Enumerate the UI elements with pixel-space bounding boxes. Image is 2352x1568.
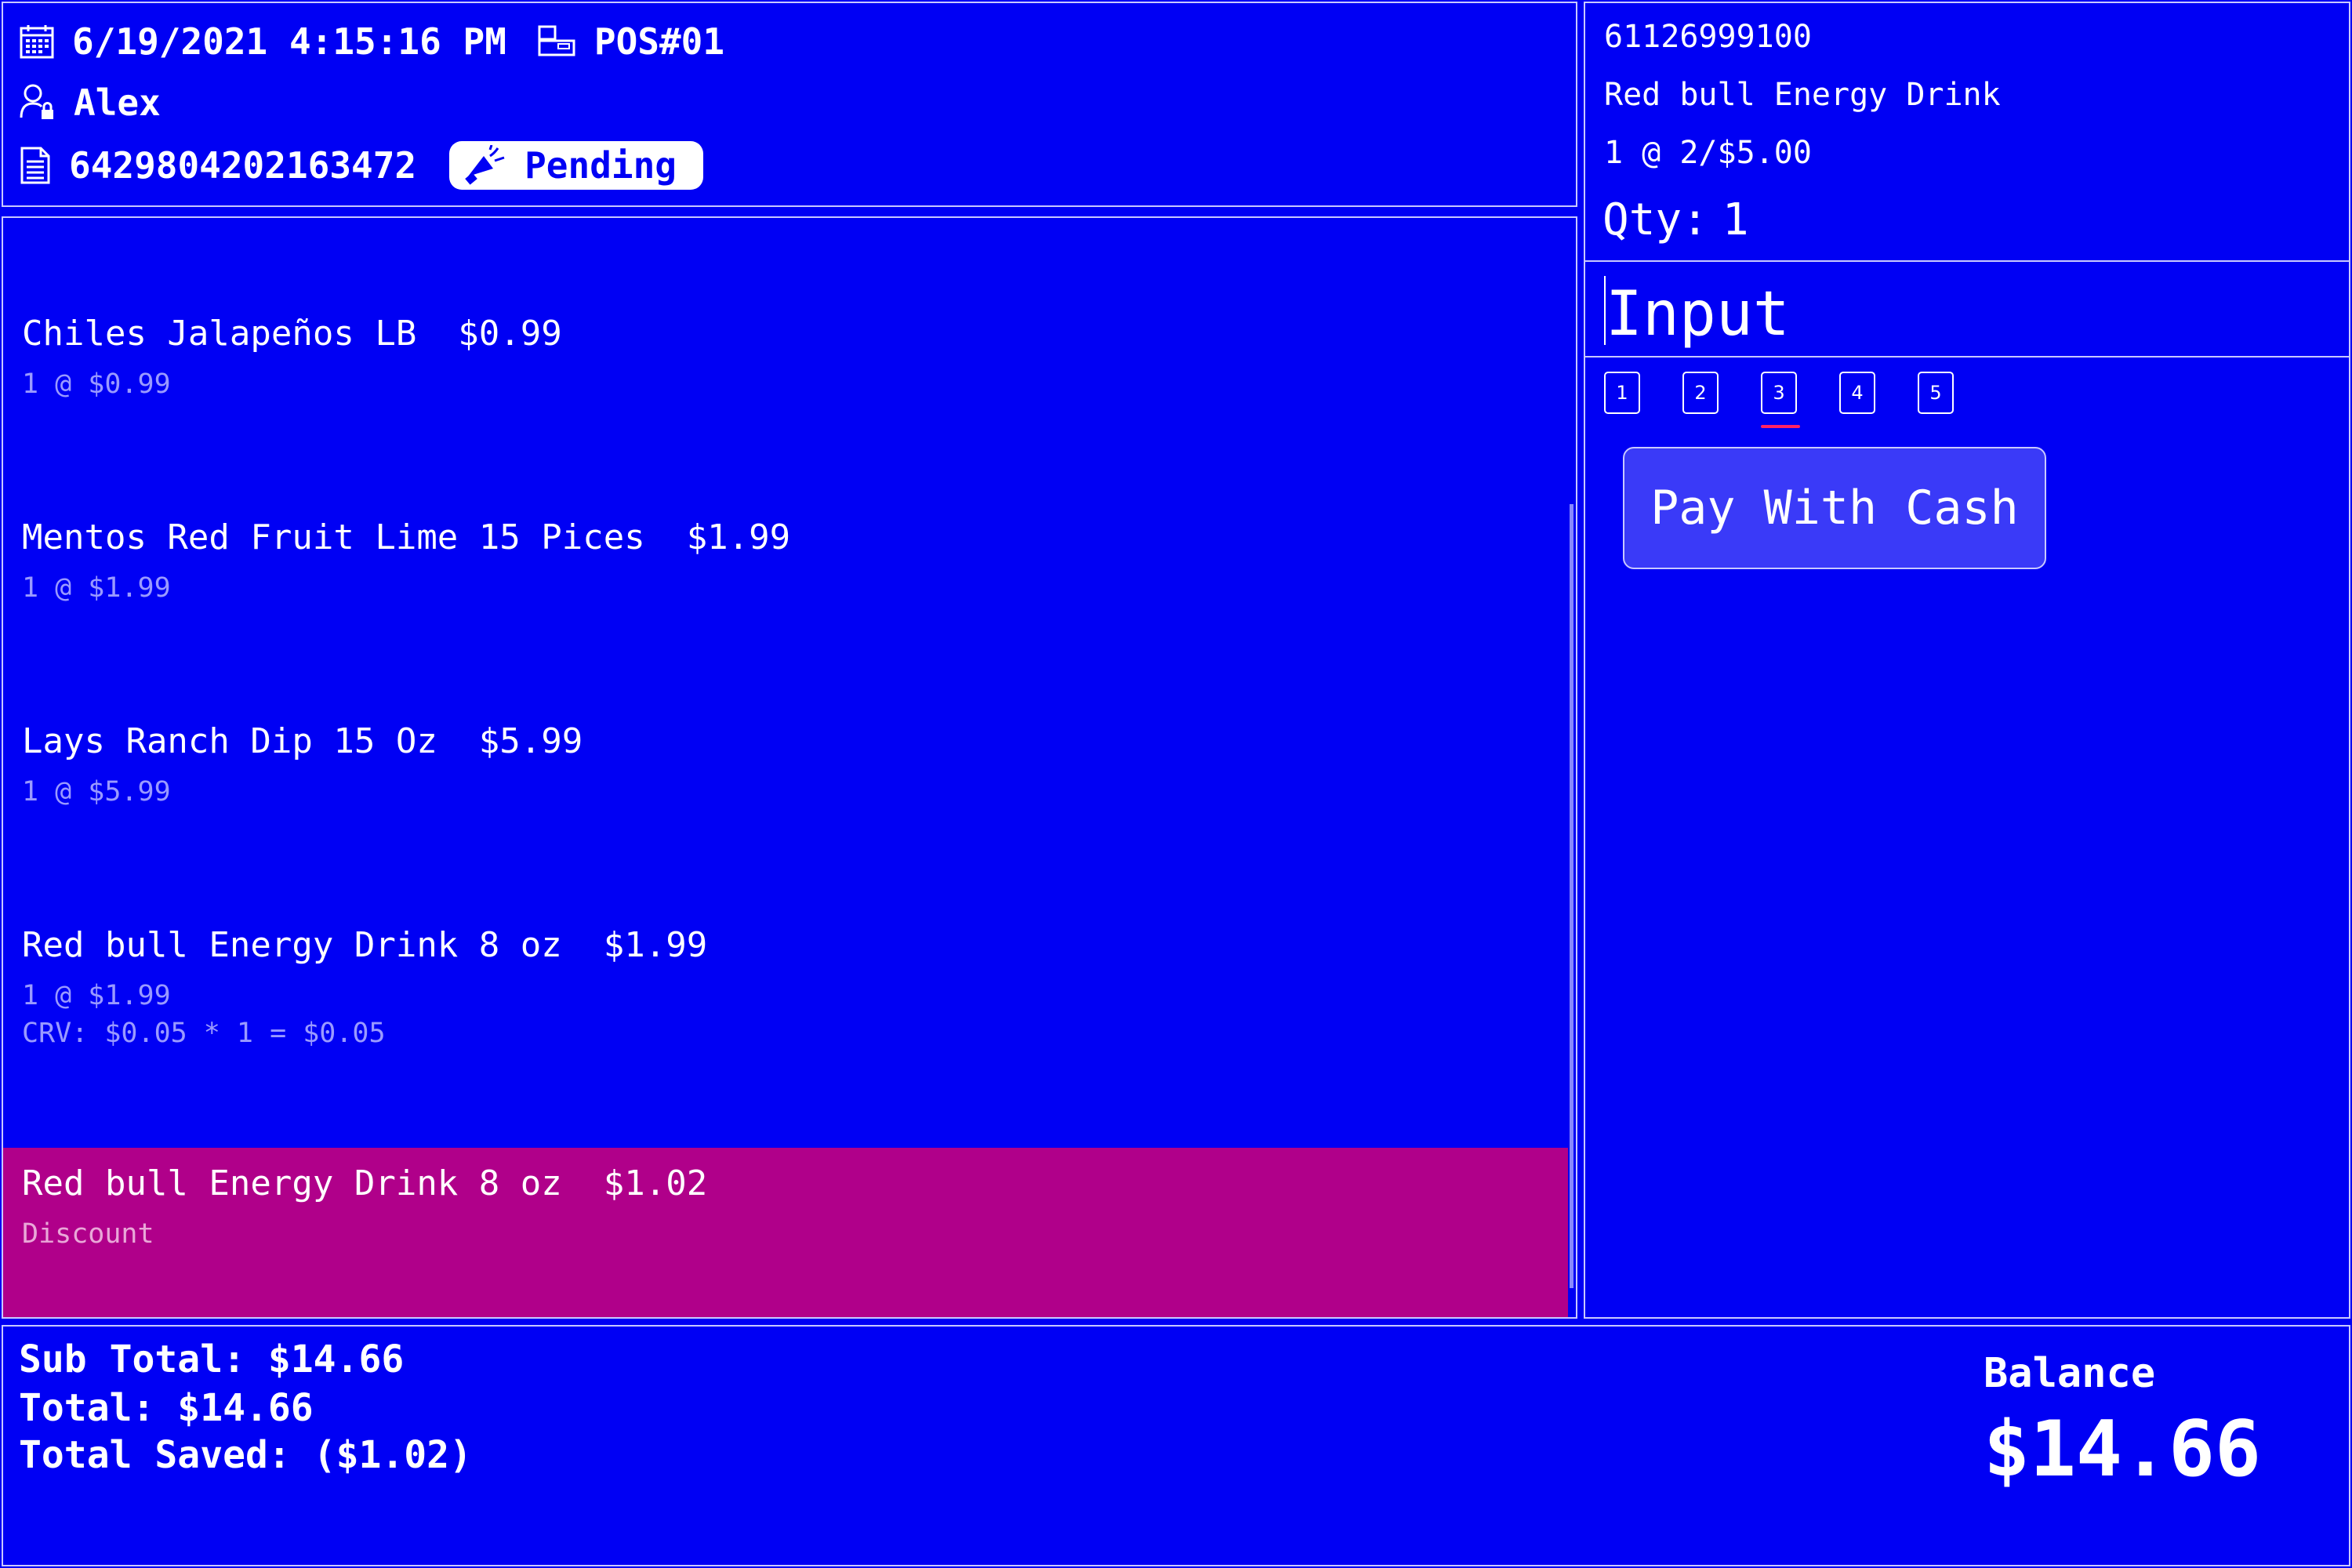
qty-display: Qty: 1 <box>1602 194 1749 245</box>
item-detail: 1 @ $5.99 <box>22 776 171 808</box>
product-name: Red bull Energy Drink <box>1604 77 2001 113</box>
item-detail: 1 @ $0.99 <box>22 368 171 400</box>
balance-label: Balance <box>1984 1350 2156 1397</box>
item-title: Red bull Energy Drink 8 oz $1.99 <box>22 925 708 965</box>
qty-value: 1 <box>1722 194 1749 245</box>
item-detail: 1 @ $1.99 <box>22 572 171 604</box>
price-rule: 1 @ 2/$5.00 <box>1604 135 1812 171</box>
order-id: 6429804202163472 <box>69 144 417 187</box>
item-title: Chiles Jalapeños LB $0.99 <box>22 314 562 354</box>
selected-item-panel: 61126999100 Red bull Energy Drink 1 @ 2/… <box>1584 2 2350 262</box>
page-button-4[interactable]: 4 <box>1839 372 1875 414</box>
page-button-2[interactable]: 2 <box>1682 372 1719 414</box>
header-row-order: 6429804202163472 Pending <box>19 141 703 190</box>
item-crv: CRV: $0.05 * 1 = $0.05 <box>22 1018 386 1049</box>
cart-items-list[interactable]: Chiles Jalapeños LB $0.99 1 @ $0.99 Ment… <box>2 216 1577 1319</box>
status-text: Pending <box>524 144 677 187</box>
receipt-icon <box>20 147 50 184</box>
totals-panel: Sub Total: $14.66 Total: $14.66 Total Sa… <box>2 1325 2350 1566</box>
pos-label: POS#01 <box>593 20 725 63</box>
list-scrollbar[interactable] <box>1570 504 1573 1288</box>
user-name: Alex <box>74 82 161 124</box>
total-text: Total: $14.66 <box>19 1386 314 1430</box>
header-row-datetime: 6/19/2021 4:15:16 PM POS#01 <box>19 20 724 63</box>
input-placeholder: Input <box>1606 279 1790 350</box>
total-saved-text: Total Saved: ($1.02) <box>19 1433 472 1477</box>
list-item[interactable]: Mentos Red Fruit Lime 15 Pices $1.99 1 @… <box>3 489 1568 646</box>
actions-panel: 1 2 3 4 5 Pay With Cash <box>1584 356 2350 1319</box>
header-panel: 6/19/2021 4:15:16 PM POS#01 Alex 6429804… <box>2 2 1577 207</box>
input-field[interactable]: Input <box>1584 260 2350 358</box>
subtotal-text: Sub Total: $14.66 <box>19 1338 405 1381</box>
item-detail: Discount <box>22 1218 154 1250</box>
list-item-selected[interactable]: Red bull Energy Drink 8 oz $1.02 Discoun… <box>3 1148 1568 1317</box>
status-badge: Pending <box>449 141 703 190</box>
register-icon <box>538 25 575 56</box>
page-button-3[interactable]: 3 <box>1761 372 1797 414</box>
qty-label: Qty: <box>1602 194 1708 245</box>
item-title: Red bull Energy Drink 8 oz $1.02 <box>22 1163 708 1203</box>
list-item[interactable]: Chiles Jalapeños LB $0.99 1 @ $0.99 <box>3 285 1568 442</box>
page-button-5[interactable]: 5 <box>1918 372 1954 414</box>
pay-with-cash-button[interactable]: Pay With Cash <box>1623 447 2046 569</box>
list-item[interactable]: Lays Ranch Dip 15 Oz $5.99 1 @ $5.99 <box>3 693 1568 850</box>
user-lock-icon <box>20 84 53 119</box>
megaphone-icon <box>465 145 505 185</box>
datetime-text: 6/19/2021 4:15:16 PM <box>72 20 506 63</box>
page-button-1[interactable]: 1 <box>1604 372 1640 414</box>
item-title: Mentos Red Fruit Lime 15 Pices $1.99 <box>22 517 791 557</box>
pos-indicator: POS#01 <box>536 20 724 63</box>
balance-value: $14.66 <box>1984 1405 2262 1494</box>
barcode-text: 61126999100 <box>1604 19 1812 55</box>
header-row-user: Alex <box>19 82 161 124</box>
item-detail: 1 @ $1.99 <box>22 980 171 1011</box>
active-page-indicator <box>1761 425 1800 428</box>
item-title: Lays Ranch Dip 15 Oz $5.99 <box>22 721 583 761</box>
calendar-icon <box>20 25 54 59</box>
list-item[interactable]: Red bull Energy Drink 8 oz $1.99 1 @ $1.… <box>3 897 1568 1085</box>
